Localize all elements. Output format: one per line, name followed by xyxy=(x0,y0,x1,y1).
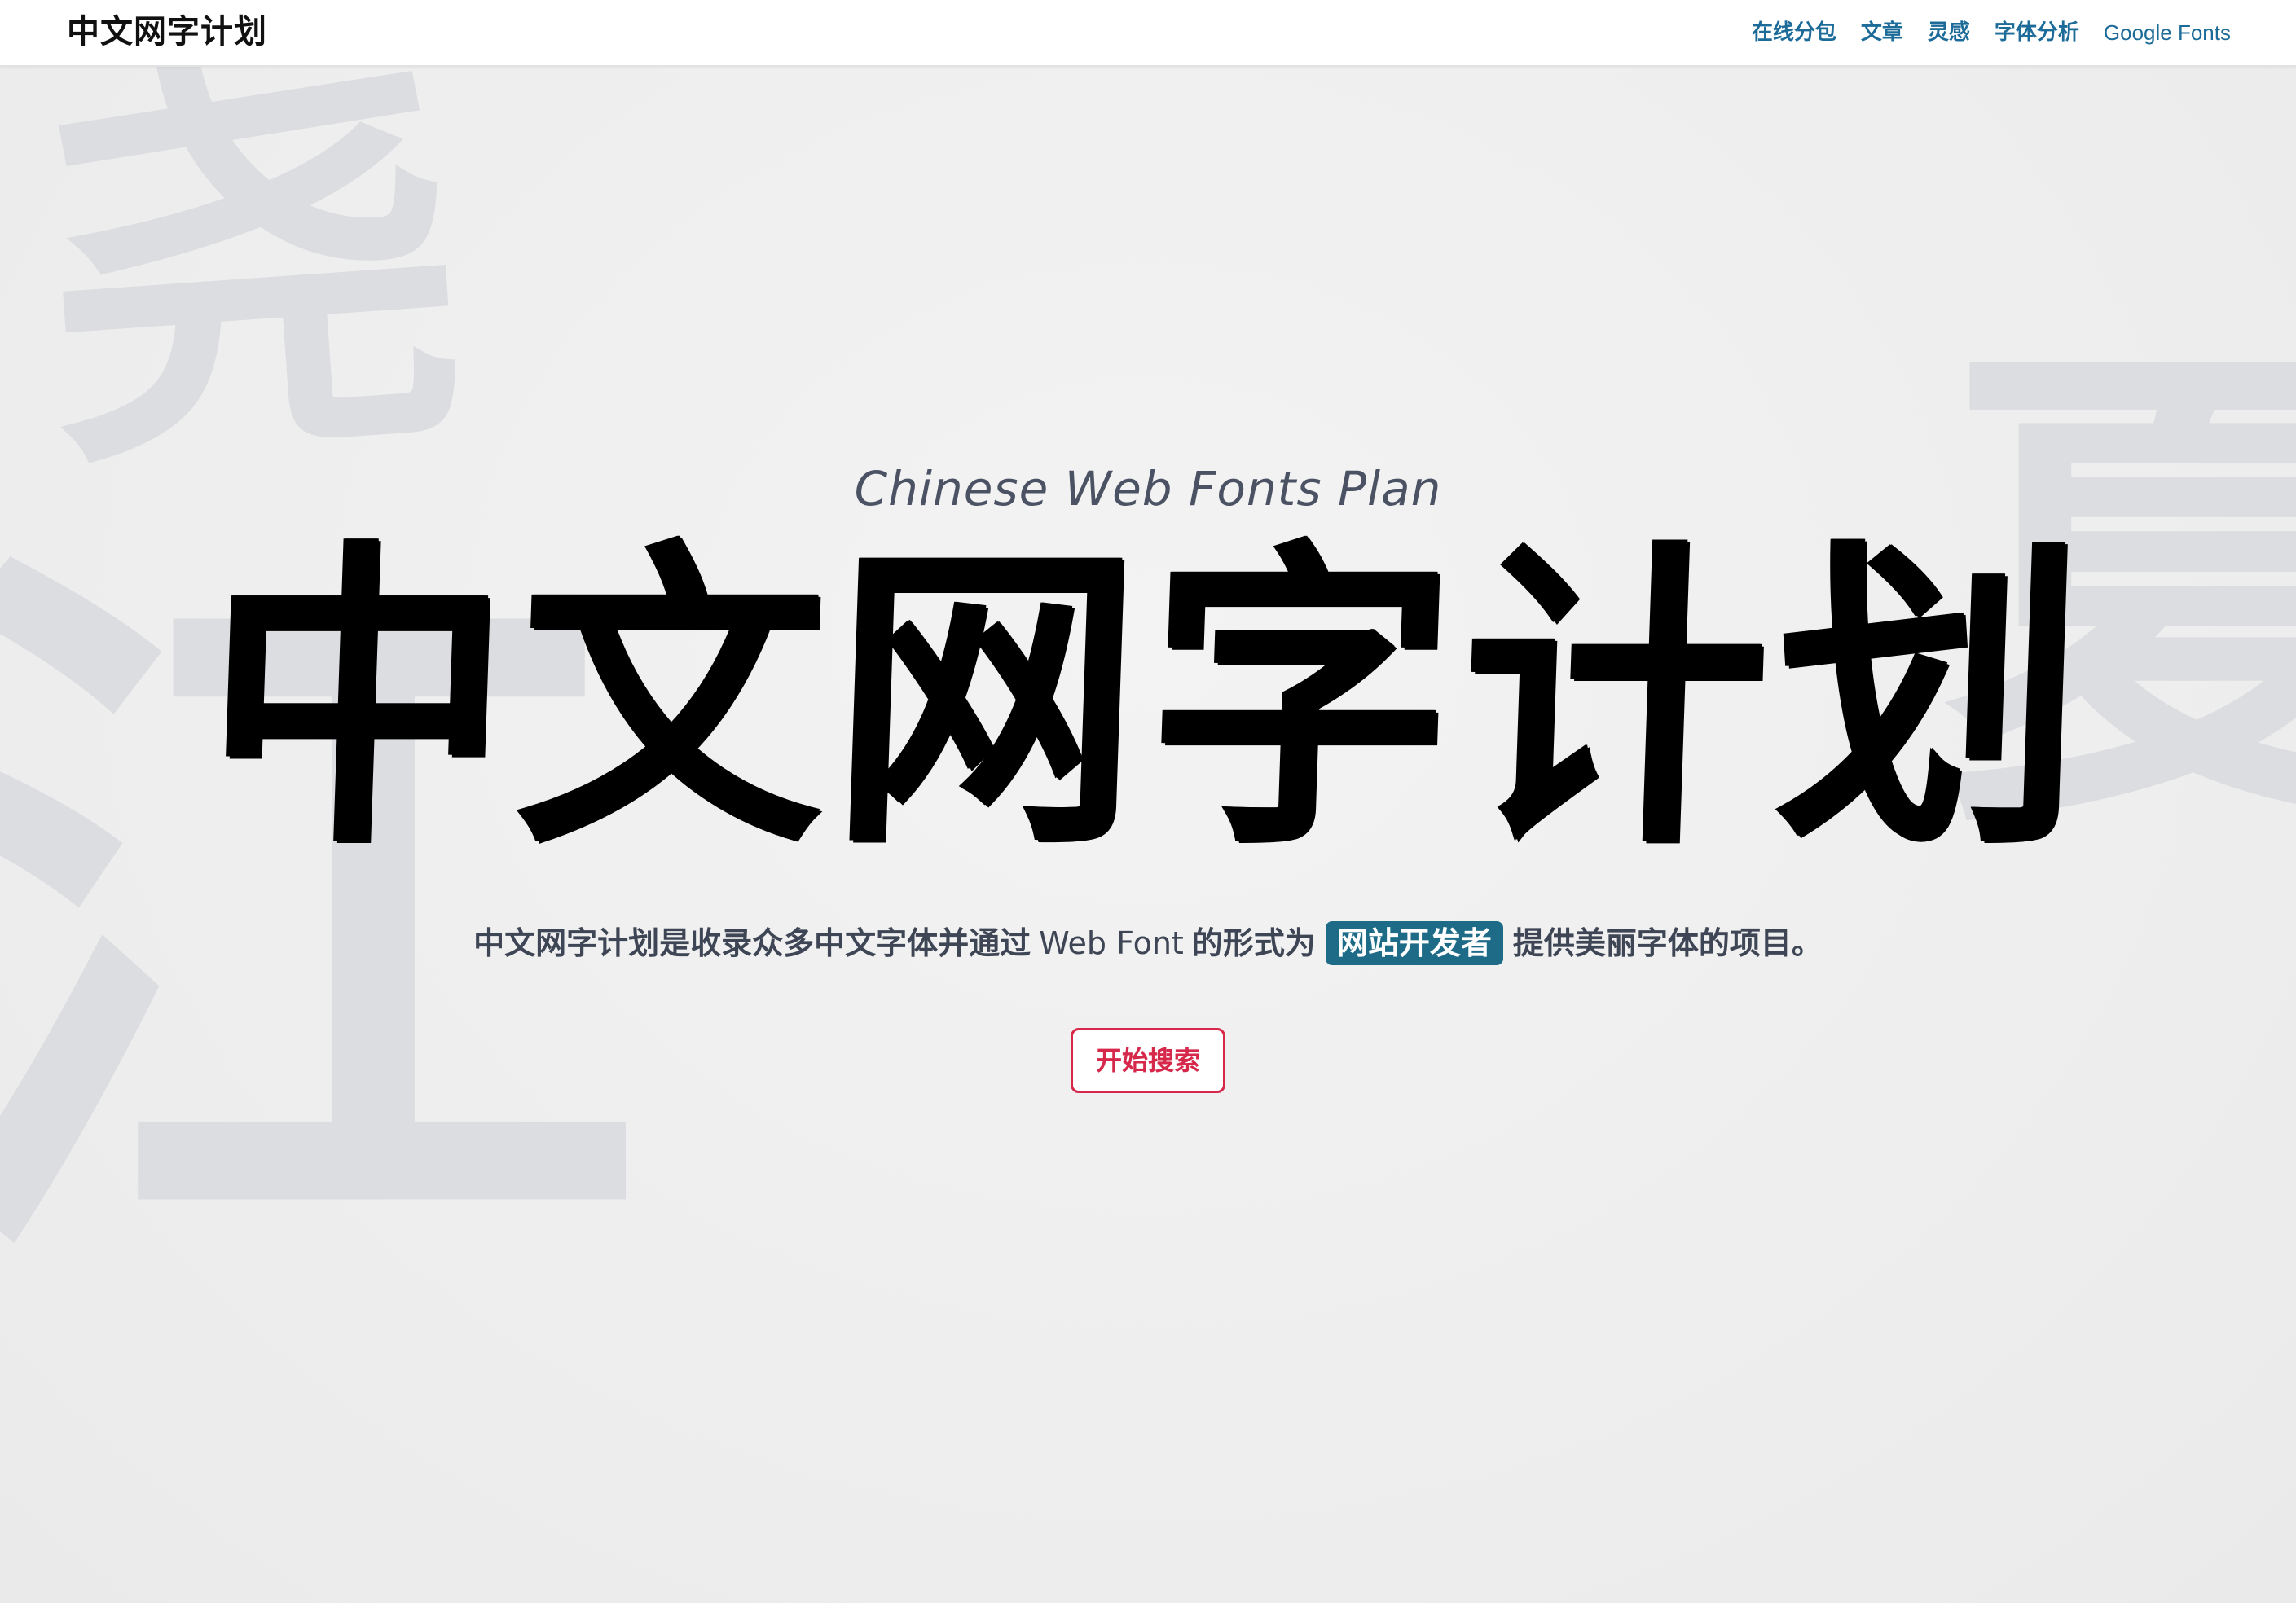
description-latin: Web Font xyxy=(1039,925,1184,961)
nav-link-font-analysis[interactable]: 字体分析 xyxy=(1995,16,2079,49)
description-text-3: 提供美丽字体的项目。 xyxy=(1512,925,1823,961)
hero-section: Chinese Web Fonts Plan 中文网字计划 中文网字计划是收录众… xyxy=(0,456,2296,1093)
hero-subtitle: Chinese Web Fonts Plan xyxy=(854,461,1442,516)
hero-description: 中文网字计划是收录众多中文字体并通过 Web Font 的形式为 网站开发者 提供美丽字… xyxy=(0,920,2296,966)
nav-link-articles[interactable]: 文章 xyxy=(1861,16,1903,49)
description-text-2: 的形式为 xyxy=(1191,925,1316,961)
nav-link-online-subset[interactable]: 在线分包 xyxy=(1752,16,1836,49)
background-glyph-1: 尧 xyxy=(24,0,482,524)
nav-link-google-fonts[interactable]: Google Fonts xyxy=(2104,16,2231,49)
description-highlight-badge: 网站开发者 xyxy=(1325,921,1503,965)
page: 尧 江 夏 中文网字计划 在线分包 文章 灵感 字体分析 Google Font… xyxy=(0,0,2296,1603)
hero-title: 中文网字计划 xyxy=(198,516,2098,885)
top-navbar: 中文网字计划 在线分包 文章 灵感 字体分析 Google Fonts xyxy=(0,0,2296,67)
description-text-1: 中文网字计划是收录众多中文字体并通过 xyxy=(473,925,1031,961)
start-search-button[interactable]: 开始搜索 xyxy=(1070,1028,1225,1093)
site-brand[interactable]: 中文网字计划 xyxy=(67,11,267,52)
nav-link-inspiration[interactable]: 灵感 xyxy=(1928,16,1970,49)
nav-links: 在线分包 文章 灵感 字体分析 Google Fonts xyxy=(1752,16,2231,49)
